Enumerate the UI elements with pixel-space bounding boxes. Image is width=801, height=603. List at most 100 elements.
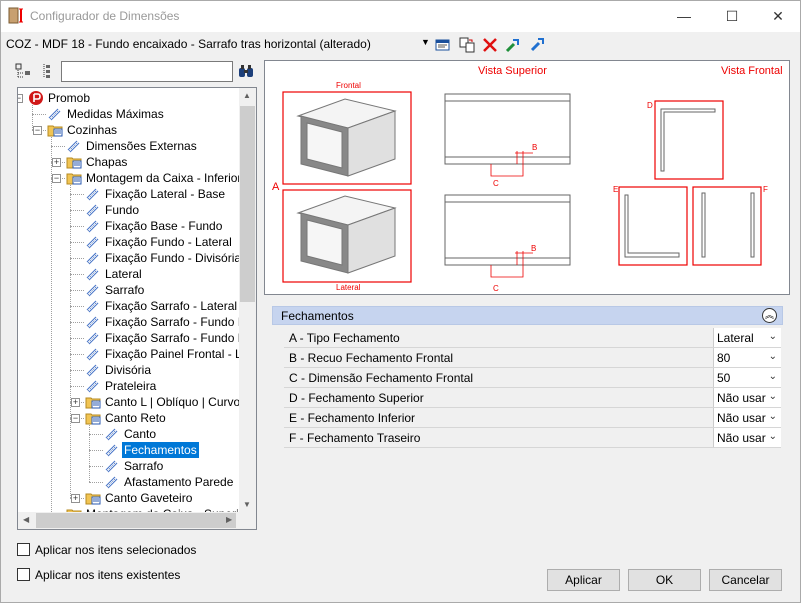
- property-value-select[interactable]: Não usar ⌄: [713, 428, 781, 447]
- close-button[interactable]: ✕: [755, 1, 801, 32]
- delete-icon[interactable]: [482, 37, 498, 53]
- tree-item-label: Fundo: [105, 203, 140, 217]
- property-value-select[interactable]: Não usar ⌄: [713, 408, 781, 427]
- apply-existing-checkbox[interactable]: [17, 568, 30, 581]
- collapse-icon[interactable]: −: [33, 126, 42, 135]
- property-label: D - Fechamento Superior: [289, 391, 424, 405]
- tree-item-label: Canto Reto: [105, 411, 166, 425]
- property-label: E - Fechamento Inferior: [289, 411, 416, 425]
- expand-icon[interactable]: +: [71, 398, 80, 407]
- ruler-icon: [105, 428, 118, 441]
- property-row: A - Tipo Fechamento Lateral ⌄: [284, 328, 781, 348]
- tree-guide-line: [70, 274, 84, 275]
- ruler-icon: [86, 252, 99, 265]
- folder-icon: [85, 397, 101, 409]
- property-value: 50: [717, 371, 731, 385]
- tree-guide-line: [70, 242, 84, 243]
- property-value-select[interactable]: Não usar ⌄: [713, 388, 781, 407]
- tree-item-label: Lateral: [105, 267, 142, 281]
- minimize-button[interactable]: —: [661, 1, 707, 32]
- expand-icon[interactable]: +: [71, 494, 80, 503]
- tree-item-label: Medidas Máximas: [67, 107, 164, 121]
- tree-expand-icon[interactable]: [15, 63, 31, 79]
- property-value-select[interactable]: Lateral ⌄: [713, 328, 781, 347]
- scroll-left-icon[interactable]: ◀: [23, 515, 29, 524]
- tree-item-label: Fixação Fundo - Lateral: [105, 235, 232, 249]
- tree-content: − Promob Medidas Máximas − Cozinhas Dimensões…: [18, 88, 240, 513]
- ruler-icon: [67, 140, 80, 153]
- item-title: COZ - MDF 18 - Fundo encaixado - Sarrafo…: [6, 37, 371, 51]
- collapse-icon[interactable]: −: [52, 174, 61, 183]
- vertical-scrollbar[interactable]: ▲ ▼: [239, 88, 256, 513]
- property-value: Não usar: [717, 391, 766, 405]
- collapse-up-icon[interactable]: ︽: [762, 308, 777, 323]
- tree-guide-line: [89, 482, 103, 483]
- binoculars-icon[interactable]: [238, 63, 254, 79]
- ruler-icon: [86, 300, 99, 313]
- property-value-select[interactable]: 50 ⌄: [713, 368, 781, 387]
- tree-item-label: Montagem da Caixa - Inferior: [86, 171, 240, 185]
- collapse-icon[interactable]: −: [71, 414, 80, 423]
- property-label: B - Recuo Fechamento Frontal: [289, 351, 454, 365]
- tree-collapse-icon[interactable]: [38, 63, 54, 79]
- tree-item-label: Divisória: [105, 363, 152, 377]
- ruler-icon: [105, 476, 118, 489]
- fechamentos-diagram: [282, 91, 762, 283]
- app-icon: [8, 7, 23, 24]
- chevron-down-icon[interactable]: ⌄: [769, 431, 777, 442]
- property-label: C - Dimensão Fechamento Frontal: [289, 371, 474, 385]
- tree-guide-line: [32, 114, 46, 115]
- dimension-preview: Vista Superior Vista Frontal Frontal Lat…: [264, 60, 790, 295]
- scroll-down-icon[interactable]: ▼: [243, 500, 251, 509]
- chevron-down-icon[interactable]: ⌄: [769, 371, 777, 382]
- ruler-icon: [105, 460, 118, 473]
- maximize-button[interactable]: ☐: [709, 1, 755, 32]
- tree-view[interactable]: − Promob Medidas Máximas − Cozinhas Dimensões…: [17, 87, 257, 530]
- tree-guide-line: [70, 258, 84, 259]
- copy-icon[interactable]: [459, 37, 475, 53]
- tree-item-label: Canto L | Oblíquo | Curvo: [105, 395, 240, 409]
- ok-button[interactable]: OK: [628, 569, 701, 591]
- promob-icon: [29, 91, 43, 105]
- collapse-icon[interactable]: −: [18, 94, 23, 103]
- item-dropdown-arrow[interactable]: ▼: [421, 37, 430, 47]
- chevron-down-icon[interactable]: ⌄: [769, 331, 777, 342]
- chevron-down-icon[interactable]: ⌄: [769, 411, 777, 422]
- tree-item-label: Canto: [124, 427, 157, 441]
- tree-item-label: Sarrafo: [124, 459, 164, 473]
- horizontal-scrollbar[interactable]: ◀ ▶: [18, 512, 256, 529]
- search-input[interactable]: [61, 61, 233, 82]
- tree-guide-line: [70, 338, 84, 339]
- tree-guide-line: [70, 210, 84, 211]
- tree-item-label: Fixação Fundo - Divisória: [105, 251, 240, 265]
- scroll-up-icon[interactable]: ▲: [243, 91, 251, 100]
- property-label: A - Tipo Fechamento: [289, 331, 400, 345]
- apply-selected-checkbox[interactable]: [17, 543, 30, 556]
- apply-button[interactable]: Aplicar: [547, 569, 620, 591]
- tree-guide-line: [89, 434, 103, 435]
- property-value-select[interactable]: 80 ⌄: [713, 348, 781, 367]
- vertical-scroll-thumb[interactable]: [240, 106, 255, 302]
- tree-item-label: Afastamento Parede: [124, 475, 234, 489]
- export-icon[interactable]: [529, 37, 545, 53]
- chevron-down-icon[interactable]: ⌄: [769, 351, 777, 362]
- tree-guide-line: [70, 306, 84, 307]
- apply-existing-label: Aplicar nos itens existentes: [35, 568, 181, 582]
- properties-icon[interactable]: [435, 37, 451, 53]
- chevron-down-icon[interactable]: ⌄: [769, 391, 777, 402]
- tree-item-label: Fixação Base - Fundo: [105, 219, 223, 233]
- expand-icon[interactable]: +: [52, 158, 61, 167]
- toolbar: COZ - MDF 18 - Fundo encaixado - Sarrafo…: [1, 33, 800, 57]
- cancel-button[interactable]: Cancelar: [709, 569, 782, 591]
- tree-guide-line: [70, 182, 71, 498]
- tree-guide-line: [89, 450, 103, 451]
- apply-selected-label: Aplicar nos itens selecionados: [35, 543, 197, 557]
- tree-guide-line: [70, 354, 84, 355]
- scroll-right-icon[interactable]: ▶: [226, 515, 232, 524]
- import-icon[interactable]: [505, 37, 521, 53]
- ruler-icon: [86, 188, 99, 201]
- tree-guide-line: [70, 290, 84, 291]
- horizontal-scroll-thumb[interactable]: [36, 513, 236, 528]
- ruler-icon: [86, 268, 99, 281]
- tree-item-label: Fixação Lateral - Base: [105, 187, 226, 201]
